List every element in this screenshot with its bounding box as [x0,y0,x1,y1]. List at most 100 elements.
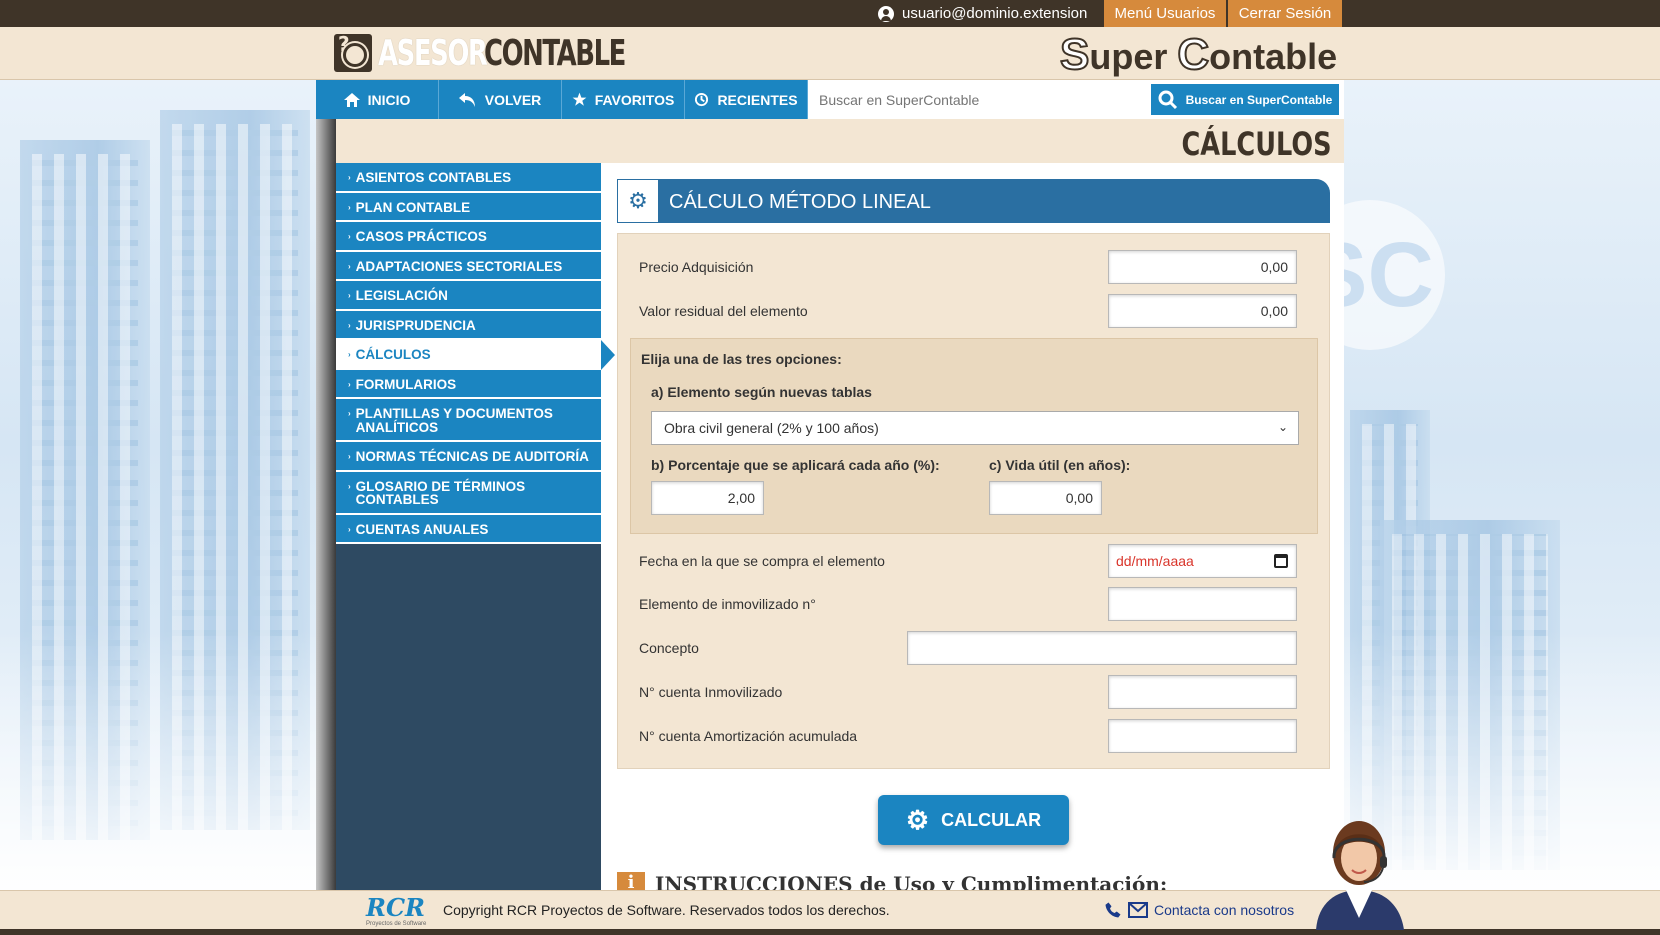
sidebar-item-cuentas-anuales[interactable]: › CUENTAS ANUALES [336,514,601,544]
useful-life-input[interactable] [989,481,1102,515]
caret-icon: › [348,452,351,461]
nav-back-label: VOLVER [484,91,542,108]
option-a-label: a) Elemento según nuevas tablas [651,384,872,400]
percentage-input[interactable] [651,481,764,515]
logo-text-uper: uper [1089,36,1178,77]
instructions-title: INSTRUCCIONES de Uso y Cumplimentación: [655,872,1168,890]
user-account[interactable]: usuario@dominio.extension [878,0,1087,27]
precio-label: Precio Adquisición [639,259,754,275]
asesor-contable-logo[interactable]: ASESOR CONTABLE [334,32,626,74]
sidebar-item-casos-practicos[interactable]: › CASOS PRÁCTICOS [336,222,601,252]
sidebar-item-label: JURISPRUDENCIA [355,317,476,333]
contact-label: Contacta con nosotros [1154,902,1295,918]
user-email: usuario@dominio.extension [902,5,1088,22]
sidebar-item-label: CASOS PRÁCTICOS [355,229,487,244]
option-c-label: c) Vida útil (en años): [989,457,1131,473]
user-icon [878,5,894,22]
logout-button[interactable]: Cerrar Sesión [1228,0,1342,27]
option-b-label: b) Porcentaje que se aplicará cada año (… [651,457,940,473]
residual-input[interactable] [1108,294,1297,328]
sidebar-item-formularios[interactable]: › FORMULARIOS [336,369,601,399]
fecha-date-input[interactable]: dd/mm/aaaa [1108,544,1297,578]
sidebar-item-legislacion[interactable]: › LEGISLACIÓN [336,281,601,311]
caret-icon: › [348,173,351,182]
caret-icon: › [348,232,351,241]
logo-letter-c: C [1176,29,1210,80]
nav-favorites-button[interactable]: FAVORITOS [562,80,685,119]
rcr-logo[interactable]: RCR Proyectos de Software [366,893,426,927]
cuenta-amort-label: N° cuenta Amortización acumulada [639,728,858,744]
history-icon [695,92,709,107]
search-input[interactable] [809,80,1149,119]
sidebar-item-label: PLANTILLAS Y DOCUMENTOS ANALÍTICOS [355,406,553,435]
options-title: Elija una de las tres opciones: [641,351,842,367]
nav-recent-button[interactable]: RECIENTES [685,80,808,119]
sidebar-item-asientos-contables[interactable]: › ASIENTOS CONTABLES [336,163,601,193]
search-button-label: Buscar en SuperContable [1185,92,1333,107]
logo-icon [334,32,372,72]
nav-home-label: INICIO [367,91,411,108]
sidebar-item-calculos[interactable]: › CÁLCULOS [336,340,615,370]
star-icon [572,92,587,106]
cuenta-amort-input[interactable] [1108,719,1297,753]
main-nav: INICIO VOLVER FAVORITOS RECIENTES Buscar… [316,80,1344,119]
concepto-input[interactable] [907,631,1297,665]
nav-recent-label: RECIENTES [717,91,798,108]
top-bar: usuario@dominio.extension Menú Usuarios … [0,0,1660,27]
menu-users-button[interactable]: Menú Usuarios [1104,0,1226,27]
sidebar-item-jurisprudencia[interactable]: › JURISPRUDENCIA [336,310,601,340]
chevron-down-icon: ⌄ [1277,420,1288,434]
sidebar-item-label: NORMAS TÉCNICAS DE AUDITORÍA [355,449,589,464]
cuenta-inmov-label: N° cuenta Inmovilizado [639,684,783,700]
page-title-bar: CÁLCULOS [336,119,1344,163]
search-button[interactable]: Buscar en SuperContable [1151,84,1339,115]
sidebar-item-adaptaciones-sectoriales[interactable]: › ADAPTACIONES SECTORIALES [336,251,601,281]
sidebar-item-plan-contable[interactable]: › PLAN CONTABLE [336,192,601,222]
home-icon [343,92,360,107]
sidebar-item-label: LEGISLACIÓN [355,288,448,303]
elemento-input[interactable] [1108,587,1297,621]
supercontable-logo[interactable]: Super Contable [1059,29,1337,80]
select-value: Obra civil general (2% y 100 años) [664,420,879,436]
caret-icon: › [348,202,351,212]
sidebar-item-normas-tecnicas[interactable]: › NORMAS TÉCNICAS DE AUDITORÍA [336,442,601,472]
element-table-select[interactable]: Obra civil general (2% y 100 años) ⌄ [651,411,1299,445]
frame-shadow [316,119,336,890]
nav-back-button[interactable]: VOLVER [439,80,562,119]
caret-icon: › [348,379,351,389]
sidebar-item-label: ASIENTOS CONTABLES [355,170,512,185]
phone-icon [1105,902,1121,918]
gears-icon: ⚙ [905,804,930,835]
page-title: CÁLCULOS [1181,125,1332,163]
calcular-button[interactable]: ⚙ CALCULAR [878,795,1069,845]
fecha-label: Fecha en la que se compra el elemento [639,553,885,569]
options-panel: Elija una de las tres opciones: a) Eleme… [630,338,1318,534]
cuenta-inmov-input[interactable] [1108,675,1297,709]
date-placeholder: dd/mm/aaaa [1116,553,1194,569]
contact-link[interactable]: Contacta con nosotros [1104,901,1294,919]
sidebar-item-label: GLOSARIO DE TÉRMINOS CONTABLES [355,478,526,507]
sidebar-item-label: ADAPTACIONES SECTORIALES [355,258,563,274]
copyright-text: Copyright RCR Proyectos de Software. Res… [443,902,890,918]
precio-input[interactable] [1108,250,1297,284]
logo-letter-s: S [1059,29,1090,80]
section-title: CÁLCULO MÉTODO LINEAL [669,191,931,213]
envelope-icon [1128,902,1148,918]
residual-label: Valor residual del elemento [639,303,808,319]
gears-icon: ⚙ [618,180,658,222]
section-header: ⚙ CÁLCULO MÉTODO LINEAL [617,179,1330,223]
rcr-logo-subtitle: Proyectos de Software [366,921,427,927]
nav-favorites-label: FAVORITOS [594,91,675,108]
caret-icon: › [348,524,351,534]
elemento-label: Elemento de inmovilizado n° [639,596,816,612]
sidebar-item-glosario[interactable]: › GLOSARIO DE TÉRMINOS CONTABLES [336,471,601,515]
calendar-icon[interactable] [1274,554,1288,568]
instructions-header: i INSTRUCCIONES de Uso y Cumplimentación… [617,872,1167,890]
concepto-label: Concepto [639,640,699,656]
logo-text-contable: CONTABLE [484,32,626,74]
sidebar-item-plantillas[interactable]: › PLANTILLAS Y DOCUMENTOS ANALÍTICOS [336,399,601,442]
caret-icon: › [348,261,351,271]
caret-icon: › [348,409,351,418]
sidebar-item-label: PLAN CONTABLE [355,199,471,215]
nav-home-button[interactable]: INICIO [316,80,439,119]
